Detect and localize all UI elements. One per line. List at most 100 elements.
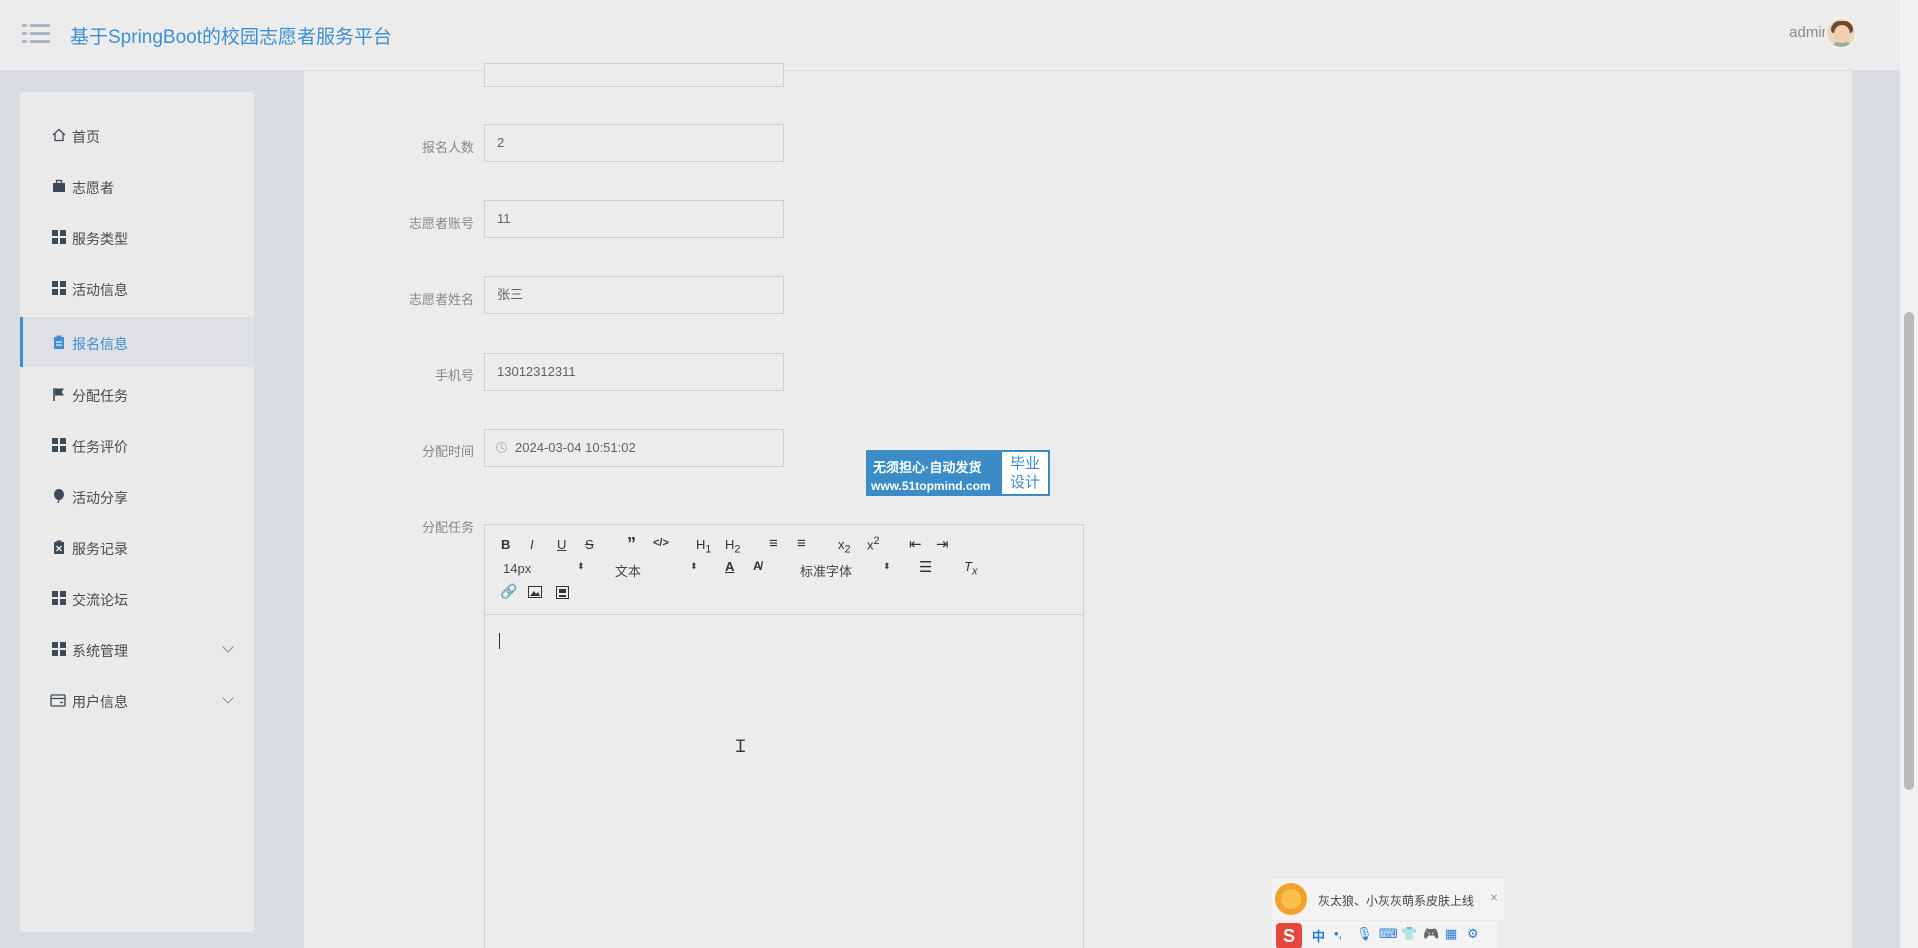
sogou-logo-icon[interactable]: S bbox=[1276, 923, 1302, 948]
superscript-button[interactable]: x2 bbox=[867, 535, 880, 552]
briefcase-icon bbox=[53, 179, 65, 192]
sidebar: 首页 志愿者 服务类型 活动信息 报名信息 分配任务 任务评价 活动分享 服务记… bbox=[20, 92, 254, 932]
sidebar-item-label: 交流论坛 bbox=[72, 592, 128, 608]
sidebar-item-label: 报名信息 bbox=[72, 336, 128, 352]
font-size-select[interactable]: 14px bbox=[503, 561, 531, 576]
user-name[interactable]: admin bbox=[1789, 24, 1830, 41]
sidebar-item-label: 志愿者 bbox=[72, 180, 114, 196]
indent-button[interactable]: ⇥ bbox=[936, 535, 949, 553]
ime-notification: 灰太狼、小灰灰萌系皮肤上线 × bbox=[1272, 878, 1504, 920]
sidebar-item-label: 用户信息 bbox=[72, 694, 128, 710]
ime-mode-toggle[interactable]: 中 bbox=[1312, 926, 1325, 945]
assign-time-picker[interactable]: 2024-03-04 10:51:02 bbox=[484, 429, 784, 467]
blockquote-button[interactable]: ” bbox=[627, 534, 636, 555]
code-button[interactable]: </> bbox=[653, 537, 669, 549]
field-label-signup-count: 报名人数 bbox=[421, 140, 474, 155]
grid-icon bbox=[52, 591, 66, 605]
ad-right-bottom: 设计 bbox=[1009, 474, 1040, 491]
assign-time-value: 2024-03-04 10:51:02 bbox=[515, 440, 636, 455]
settings-gear-icon[interactable]: ⚙ bbox=[1467, 926, 1479, 942]
sidebar-item-signup-info[interactable]: 报名信息 bbox=[20, 317, 254, 367]
sidebar-item-service-type[interactable]: 服务类型 bbox=[20, 213, 254, 261]
sidebar-item-activity-info[interactable]: 活动信息 bbox=[20, 264, 254, 312]
sidebar-item-service-record[interactable]: 服务记录 bbox=[20, 523, 254, 571]
close-icon[interactable]: × bbox=[1490, 889, 1498, 905]
grid-icon bbox=[52, 230, 66, 244]
font-family-select[interactable]: 标准字体 bbox=[800, 561, 852, 580]
link-button[interactable]: 🔗 bbox=[500, 583, 517, 600]
outdent-button[interactable]: ⇤ bbox=[909, 535, 922, 553]
ad-badge[interactable]: 无须担心·自动发货 www.51topmind.com 毕业 设计 bbox=[866, 450, 1050, 496]
skin-icon[interactable]: 👕 bbox=[1401, 926, 1417, 942]
ordered-list-button[interactable]: ≡ bbox=[769, 535, 778, 552]
sidebar-item-system-admin[interactable]: 系统管理 bbox=[20, 625, 254, 673]
flag-icon bbox=[53, 388, 64, 401]
partial-field-input[interactable] bbox=[484, 63, 784, 87]
sidebar-item-label: 首页 bbox=[72, 129, 100, 145]
volunteer-name-input[interactable]: 张三 bbox=[484, 276, 784, 314]
text-type-select[interactable]: 文本 bbox=[615, 561, 641, 580]
editor-toolbar: B I U S ” </> H1 H2 ≡ ≡ x2 x2 ⇤ ⇥ 14px ⬍… bbox=[485, 525, 1083, 615]
background-color-button[interactable]: A̸ bbox=[753, 559, 762, 573]
ad-line1: 无须担心·自动发货 bbox=[873, 460, 982, 475]
microphone-icon[interactable]: 🎙 bbox=[1356, 926, 1373, 942]
avatar[interactable] bbox=[1825, 17, 1857, 49]
ime-toolbar: S 中 •, 🎙 ⌨ 👕 🎮 ▦ ⚙ bbox=[1272, 922, 1498, 948]
image-button[interactable] bbox=[528, 586, 542, 598]
grid-icon bbox=[52, 642, 66, 656]
sidebar-item-volunteer[interactable]: 志愿者 bbox=[20, 162, 254, 210]
sidebar-item-activity-share[interactable]: 活动分享 bbox=[20, 472, 254, 520]
signup-count-input[interactable]: 2 bbox=[484, 124, 784, 162]
subscript-button[interactable]: x2 bbox=[838, 537, 851, 556]
gamepad-icon[interactable]: 🎮 bbox=[1423, 926, 1439, 942]
keyboard-icon[interactable]: ⌨ bbox=[1379, 926, 1398, 942]
sidebar-item-task-review[interactable]: 任务评价 bbox=[20, 421, 254, 469]
punctuation-icon[interactable]: •, bbox=[1334, 926, 1342, 941]
bold-button[interactable]: B bbox=[501, 537, 510, 552]
sidebar-item-forum[interactable]: 交流论坛 bbox=[20, 574, 254, 622]
italic-button[interactable]: I bbox=[530, 537, 534, 552]
phone-input[interactable]: 13012312311 bbox=[484, 353, 784, 391]
main-content: 报名人数 2 志愿者账号 11 志愿者姓名 张三 手机号 13012312311… bbox=[304, 63, 1852, 948]
apps-icon[interactable]: ▦ bbox=[1445, 926, 1457, 942]
strike-button[interactable]: S bbox=[585, 537, 594, 552]
vertical-scrollbar[interactable] bbox=[1900, 0, 1918, 948]
field-label-phone: 手机号 bbox=[434, 368, 474, 383]
field-label-volunteer-name: 志愿者姓名 bbox=[408, 292, 474, 307]
sun-mascot-icon bbox=[1275, 883, 1307, 915]
font-size-select-arrows[interactable]: ⬍ bbox=[577, 561, 585, 572]
sidebar-item-label: 分配任务 bbox=[72, 388, 128, 404]
volunteer-account-input[interactable]: 11 bbox=[484, 200, 784, 238]
font-family-select-arrows[interactable]: ⬍ bbox=[883, 561, 891, 572]
video-button[interactable] bbox=[556, 586, 569, 599]
grid-icon bbox=[52, 281, 66, 295]
chevron-down-icon bbox=[222, 692, 234, 704]
menu-toggle-icon[interactable] bbox=[22, 22, 50, 44]
sidebar-item-label: 系统管理 bbox=[72, 643, 128, 659]
h2-button[interactable]: H2 bbox=[725, 537, 740, 556]
clipboard-icon bbox=[54, 335, 64, 349]
ime-notice-text: 灰太狼、小灰灰萌系皮肤上线 bbox=[1318, 894, 1475, 908]
clear-format-button[interactable]: Tx bbox=[964, 559, 977, 578]
text-cursor-icon: Ｉ bbox=[732, 737, 749, 756]
sidebar-item-assign-task[interactable]: 分配任务 bbox=[20, 370, 254, 418]
h1-button[interactable]: H1 bbox=[696, 537, 711, 556]
sidebar-item-label: 服务类型 bbox=[72, 231, 128, 247]
sidebar-item-home[interactable]: 首页 bbox=[20, 111, 254, 159]
bullet-list-button[interactable]: ≡ bbox=[797, 535, 806, 552]
ad-right-top: 毕业 bbox=[1009, 455, 1040, 472]
field-label-assign-time: 分配时间 bbox=[421, 444, 474, 459]
scrollbar-thumb[interactable] bbox=[1904, 312, 1914, 790]
clock-icon bbox=[496, 442, 507, 453]
balloon-icon bbox=[54, 489, 64, 503]
sidebar-item-user-info[interactable]: 用户信息 bbox=[20, 676, 254, 724]
font-color-button[interactable]: A bbox=[725, 559, 734, 574]
ad-right-box: 毕业 设计 bbox=[1002, 452, 1048, 494]
sidebar-item-label: 服务记录 bbox=[72, 541, 128, 557]
text-type-select-arrows[interactable]: ⬍ bbox=[690, 561, 698, 572]
align-button[interactable]: ☰ bbox=[919, 558, 932, 576]
underline-button[interactable]: U bbox=[557, 537, 566, 552]
text-caret bbox=[499, 633, 500, 649]
sidebar-item-label: 活动信息 bbox=[72, 282, 128, 298]
record-icon bbox=[54, 540, 64, 554]
